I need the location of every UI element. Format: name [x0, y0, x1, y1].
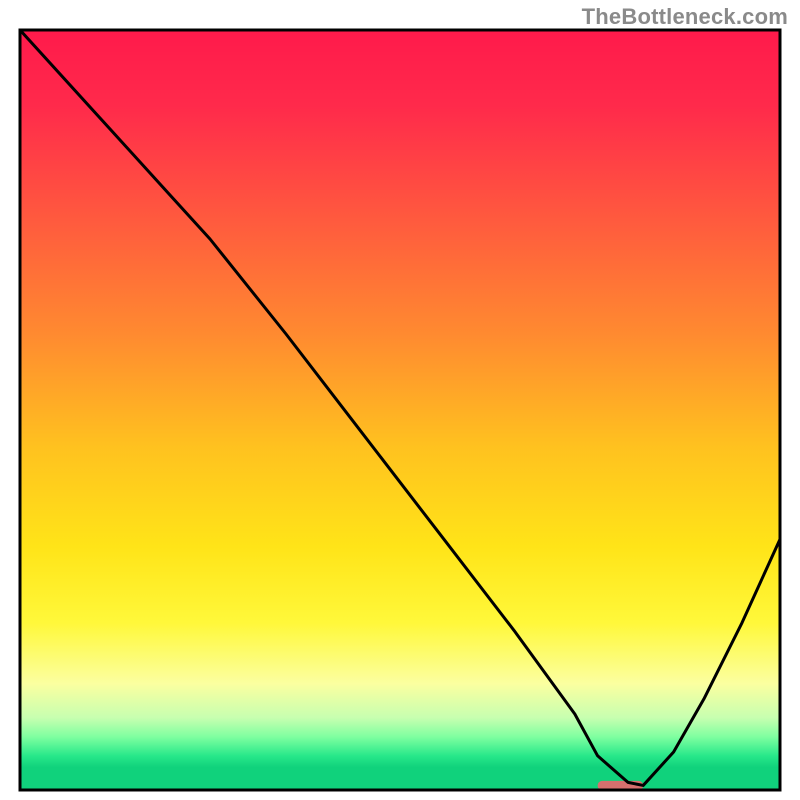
gradient-background — [20, 30, 780, 790]
bottleneck-chart: TheBottleneck.com — [0, 0, 800, 800]
chart-svg — [0, 0, 800, 800]
